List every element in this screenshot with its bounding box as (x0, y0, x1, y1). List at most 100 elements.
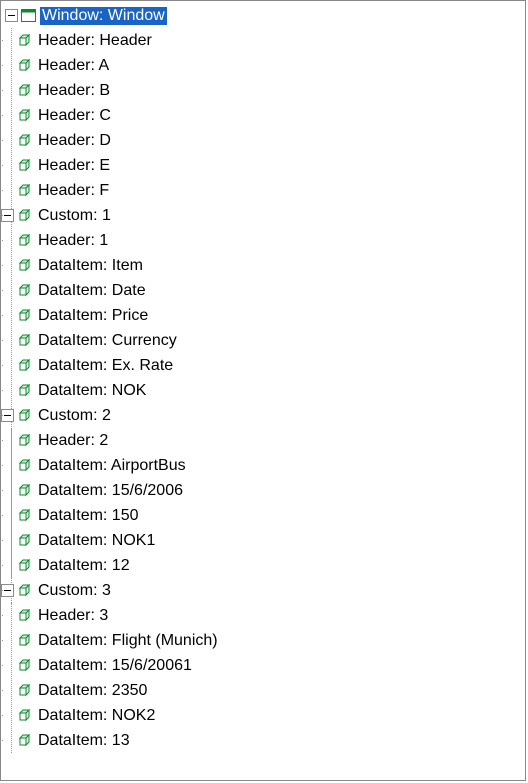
tree-item[interactable]: DataItem: 12 (1, 553, 525, 578)
node-label[interactable]: Header: A (36, 57, 111, 75)
tree-item[interactable]: DataItem: Flight (Munich) (1, 628, 525, 653)
node-label[interactable]: DataItem: 12 (36, 557, 132, 575)
node-label[interactable]: DataItem: AirportBus (36, 457, 188, 475)
cube-icon (16, 158, 32, 174)
node-label[interactable]: Header: B (36, 82, 112, 100)
cube-icon (16, 683, 32, 699)
cube-icon (16, 583, 32, 599)
tree-header-item[interactable]: Header: A (1, 53, 525, 78)
cube-icon (16, 608, 32, 624)
cube-icon (16, 208, 32, 224)
node-label[interactable]: DataItem: Item (36, 257, 145, 275)
tree-root-list: Window: Window Header: Header Header: A … (1, 3, 525, 753)
tree-header-item[interactable]: Header: Header (1, 28, 525, 53)
cube-icon (16, 58, 32, 74)
node-label[interactable]: DataItem: 150 (36, 507, 141, 525)
cube-icon (16, 308, 32, 324)
tree-item[interactable]: Header: 3 (1, 603, 525, 628)
node-label[interactable]: DataItem: 15/6/2006 (36, 482, 185, 500)
cube-icon (16, 383, 32, 399)
cube-icon (16, 358, 32, 374)
node-label[interactable]: Header: 3 (36, 607, 110, 625)
node-label[interactable]: DataItem: 13 (36, 732, 132, 750)
tree-custom-group[interactable]: Custom: 1 Header: 1 DataItem: Item DataI… (1, 203, 525, 403)
tree-header-item[interactable]: Header: D (1, 128, 525, 153)
cube-icon (16, 233, 32, 249)
cube-icon (16, 433, 32, 449)
node-label[interactable]: Header: E (36, 157, 112, 175)
cube-icon (16, 33, 32, 49)
expander-toggle[interactable] (1, 584, 14, 597)
cube-icon (16, 408, 32, 424)
tree-panel: Window: Window Header: Header Header: A … (0, 0, 526, 781)
cube-icon (16, 658, 32, 674)
node-label[interactable]: Header: Header (36, 32, 154, 50)
root-label[interactable]: Window: Window (40, 7, 167, 25)
node-label[interactable]: Custom: 3 (36, 582, 113, 600)
node-label[interactable]: Header: C (36, 107, 113, 125)
expander-toggle[interactable] (5, 9, 18, 22)
cube-icon (16, 333, 32, 349)
cube-icon (16, 533, 32, 549)
cube-icon (16, 733, 32, 749)
tree-item[interactable]: DataItem: Ex. Rate (1, 353, 525, 378)
cube-icon (16, 108, 32, 124)
node-label[interactable]: DataItem: Date (36, 282, 148, 300)
tree-item[interactable]: DataItem: 15/6/20061 (1, 653, 525, 678)
tree-item[interactable]: Header: 1 (1, 228, 525, 253)
cube-icon (16, 458, 32, 474)
cube-icon (16, 283, 32, 299)
expander-toggle[interactable] (1, 209, 14, 222)
node-label[interactable]: DataItem: NOK (36, 382, 148, 400)
tree-item[interactable]: DataItem: 13 (1, 728, 525, 753)
tree-item[interactable]: DataItem: NOK (1, 378, 525, 403)
node-label[interactable]: Header: F (36, 182, 111, 200)
tree-custom-group[interactable]: Custom: 3 Header: 3 DataItem: Flight (Mu… (1, 578, 525, 753)
root-children: Header: Header Header: A Header: B Heade… (1, 28, 525, 753)
cube-icon (16, 258, 32, 274)
node-label[interactable]: DataItem: Flight (Munich) (36, 632, 220, 650)
tree-item[interactable]: DataItem: NOK1 (1, 528, 525, 553)
node-label[interactable]: DataItem: 15/6/20061 (36, 657, 194, 675)
children: Header: 1 DataItem: Item DataItem: Date … (1, 228, 525, 403)
node-label[interactable]: Header: 2 (36, 432, 110, 450)
tree-item[interactable]: DataItem: Date (1, 278, 525, 303)
tree-item[interactable]: DataItem: AirportBus (1, 453, 525, 478)
node-label[interactable]: Header: 1 (36, 232, 110, 250)
cube-icon (16, 633, 32, 649)
node-label[interactable]: Custom: 1 (36, 207, 113, 225)
node-label[interactable]: DataItem: NOK1 (36, 532, 157, 550)
node-label[interactable]: DataItem: Ex. Rate (36, 357, 175, 375)
tree-item[interactable]: DataItem: Item (1, 253, 525, 278)
cube-icon (16, 708, 32, 724)
node-label[interactable]: Header: D (36, 132, 113, 150)
tree-custom-group[interactable]: Custom: 2 Header: 2 DataItem: AirportBus… (1, 403, 525, 578)
tree-header-item[interactable]: Header: B (1, 78, 525, 103)
node-label[interactable]: DataItem: Currency (36, 332, 179, 350)
tree-header-item[interactable]: Header: F (1, 178, 525, 203)
cube-icon (16, 83, 32, 99)
tree-item[interactable]: DataItem: Currency (1, 328, 525, 353)
tree-root-node[interactable]: Window: Window Header: Header Header: A … (1, 3, 525, 753)
window-icon (20, 8, 36, 24)
tree-header-item[interactable]: Header: C (1, 103, 525, 128)
expander-toggle[interactable] (1, 409, 14, 422)
tree-item[interactable]: DataItem: 15/6/2006 (1, 478, 525, 503)
node-label[interactable]: DataItem: 2350 (36, 682, 149, 700)
tree-item[interactable]: DataItem: 150 (1, 503, 525, 528)
children: Header: 2 DataItem: AirportBus DataItem:… (1, 428, 525, 578)
children: Header: 3 DataItem: Flight (Munich) Data… (1, 603, 525, 753)
tree-item[interactable]: DataItem: NOK2 (1, 703, 525, 728)
tree-item[interactable]: DataItem: Price (1, 303, 525, 328)
node-label[interactable]: DataItem: Price (36, 307, 150, 325)
cube-icon (16, 483, 32, 499)
tree-item[interactable]: DataItem: 2350 (1, 678, 525, 703)
node-label[interactable]: Custom: 2 (36, 407, 113, 425)
cube-icon (16, 183, 32, 199)
cube-icon (16, 508, 32, 524)
tree-item[interactable]: Header: 2 (1, 428, 525, 453)
cube-icon (16, 133, 32, 149)
cube-icon (16, 558, 32, 574)
node-label[interactable]: DataItem: NOK2 (36, 707, 157, 725)
tree-header-item[interactable]: Header: E (1, 153, 525, 178)
